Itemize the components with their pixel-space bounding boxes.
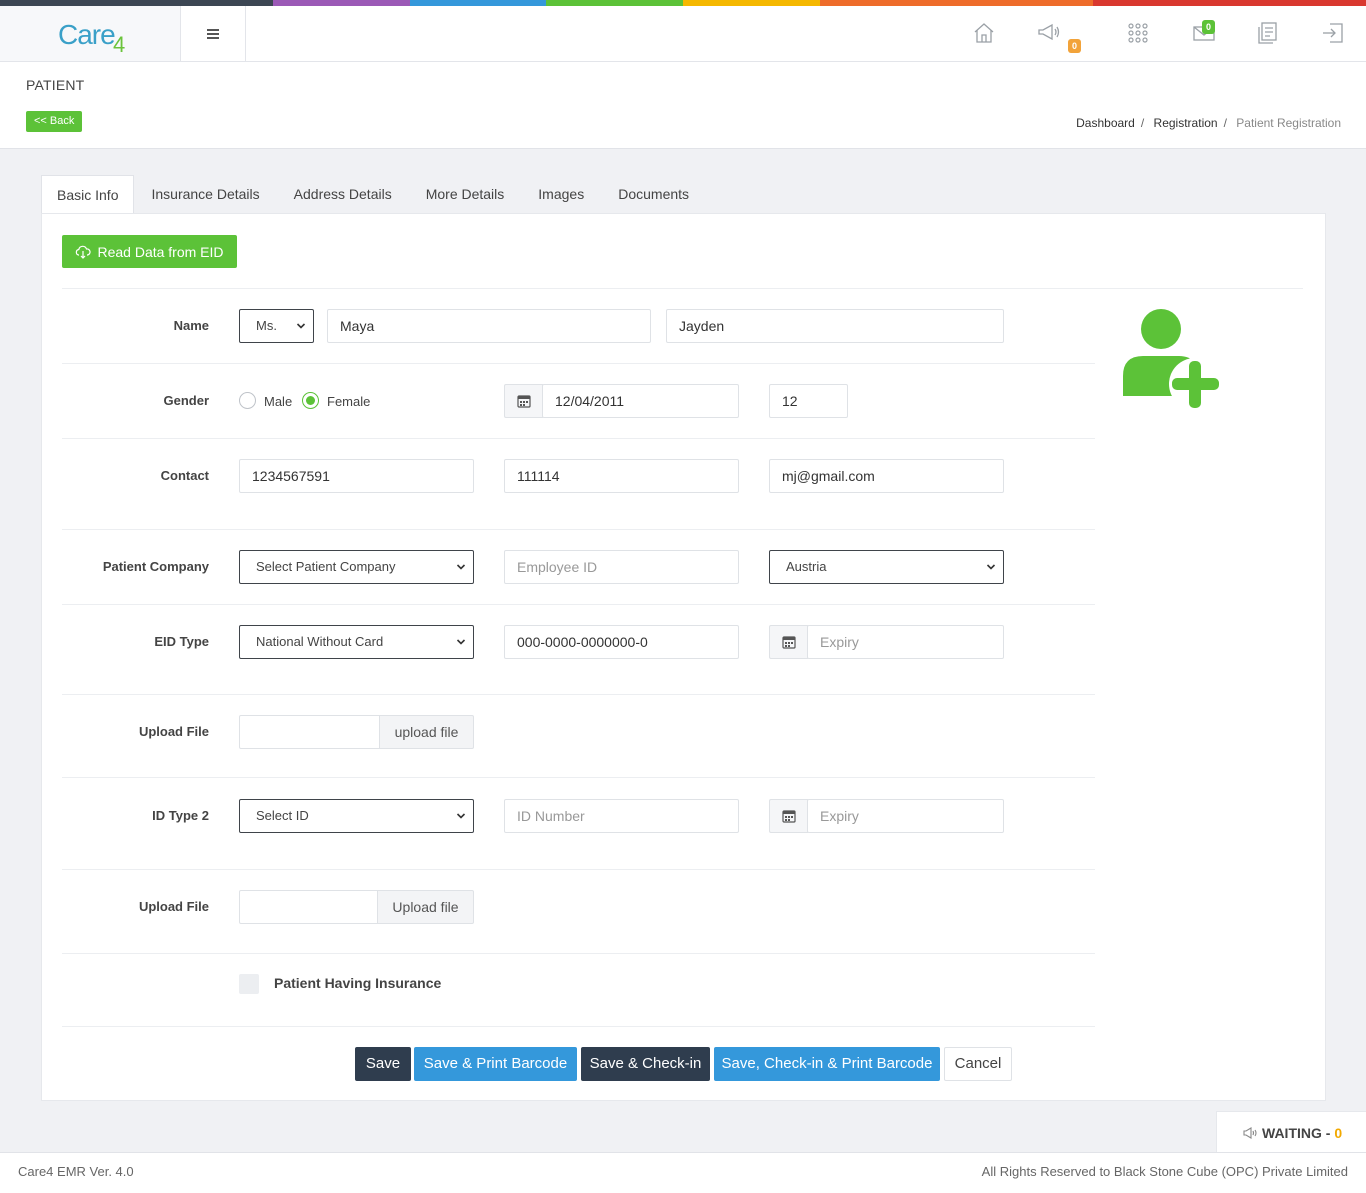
mail-badge: 0 [1202, 20, 1216, 34]
patient-company-label: Patient Company [102, 559, 209, 574]
calendar-icon[interactable] [504, 384, 543, 418]
eid-type-select[interactable]: National Without Card [239, 625, 474, 659]
footer-copyright: All Rights Reserved to Black Stone Cube … [981, 1164, 1348, 1179]
chevron-down-icon [986, 564, 996, 570]
id-number-input[interactable]: ID Number [504, 799, 739, 833]
breadcrumb-current: Patient Registration [1236, 116, 1341, 130]
gender-male-radio[interactable] [239, 392, 256, 409]
logo-text: Care [58, 19, 116, 50]
name-label: Name [173, 318, 209, 333]
logout-icon[interactable] [1320, 20, 1346, 46]
apps-grid-icon[interactable] [1126, 20, 1152, 46]
eid-expiry-input[interactable]: Expiry [807, 625, 1004, 659]
reports-icon[interactable] [1255, 20, 1281, 46]
file-name-field[interactable] [239, 715, 381, 749]
id-type-2-select[interactable]: Select ID [239, 799, 474, 833]
megaphone-icon[interactable] [1036, 20, 1062, 46]
insurance-checkbox-label: Patient Having Insurance [274, 975, 442, 991]
breadcrumb: Dashboard / Registration / Patient Registr… [1076, 116, 1341, 130]
title-select[interactable]: Ms. [239, 309, 314, 343]
gender-label: Gender [163, 393, 209, 408]
footer: Care4 EMR Ver. 4.0 All Rights Reserved t… [0, 1152, 1366, 1193]
tab-basic-info[interactable]: Basic Info [41, 175, 135, 214]
upload-file-label: Upload File [138, 724, 209, 739]
country-select[interactable]: Austria [769, 550, 1004, 584]
read-eid-button[interactable]: Read Data from EID [62, 235, 237, 268]
gender-female-radio[interactable] [302, 392, 319, 409]
tab-address-details[interactable]: Address Details [277, 175, 409, 214]
logo[interactable]: Care 4 [0, 6, 181, 61]
tab-documents[interactable]: Documents [601, 175, 706, 214]
breadcrumb-registration[interactable]: Registration [1154, 116, 1218, 130]
notification-badge: 0 [1068, 39, 1082, 53]
home-icon[interactable] [971, 20, 997, 46]
chevron-down-icon [296, 323, 306, 329]
upload-file-2-label: Upload File [138, 899, 209, 914]
page-header: PATIENT << Back Dashboard / Registration /… [0, 62, 1366, 149]
top-navbar: Care 4 0 0 [0, 6, 1366, 62]
upload-file-button[interactable]: upload file [379, 715, 474, 749]
chevron-down-icon [456, 639, 466, 645]
dob-input[interactable]: 12/04/2011 [542, 384, 739, 418]
patient-company-select[interactable]: Select Patient Company [239, 550, 474, 584]
tab-bar: Basic Info Insurance Details Address Det… [41, 175, 706, 214]
gender-female-label: Female [327, 394, 371, 409]
cancel-button[interactable]: Cancel [944, 1047, 1012, 1081]
hamburger-icon[interactable] [181, 6, 246, 61]
calendar-icon[interactable] [769, 625, 808, 659]
back-button[interactable]: << Back [26, 111, 83, 132]
last-name-input[interactable]: Jayden [666, 309, 1004, 343]
eid-number-input[interactable]: 000-0000-0000000-0 [504, 625, 739, 659]
email-input[interactable]: mj@gmail.com [769, 459, 1004, 493]
waiting-indicator[interactable]: WAITING - 0 [1216, 1111, 1366, 1153]
phone-input[interactable]: 1234567591 [239, 459, 474, 493]
chevron-down-icon [456, 564, 466, 570]
alt-contact-input[interactable]: 111114 [504, 459, 739, 493]
page-title: PATIENT [26, 77, 85, 93]
id2-expiry-input[interactable]: Expiry [807, 799, 1004, 833]
waiting-count: 0 [1334, 1125, 1343, 1141]
add-user-icon[interactable] [1122, 308, 1224, 410]
footer-version: Care4 EMR Ver. 4.0 [18, 1164, 134, 1179]
upload-file-2-button[interactable]: Upload file [377, 890, 474, 924]
tab-more-details[interactable]: More Details [409, 175, 522, 214]
save-button[interactable]: Save [355, 1047, 411, 1081]
gender-male-label: Male [264, 394, 293, 409]
tab-images[interactable]: Images [521, 175, 601, 214]
cloud-download-icon [76, 245, 92, 259]
age-input[interactable]: 12 [769, 384, 848, 418]
megaphone-icon [1243, 1127, 1257, 1139]
employee-id-input[interactable]: Employee ID [504, 550, 739, 584]
chevron-down-icon [456, 813, 466, 819]
contact-label: Contact [160, 468, 209, 483]
breadcrumb-dashboard[interactable]: Dashboard [1076, 116, 1135, 130]
insurance-checkbox[interactable] [239, 974, 259, 994]
save-print-barcode-button[interactable]: Save & Print Barcode [414, 1047, 577, 1081]
first-name-input[interactable]: Maya [327, 309, 651, 343]
save-checkin-print-button[interactable]: Save, Check-in & Print Barcode [714, 1047, 940, 1081]
calendar-icon[interactable] [769, 799, 808, 833]
waiting-label: WAITING - [1262, 1125, 1335, 1141]
file-name-field-2[interactable] [239, 890, 379, 924]
read-eid-label: Read Data from EID [97, 243, 224, 260]
eid-type-label: EID Type [154, 634, 209, 649]
save-checkin-button[interactable]: Save & Check-in [581, 1047, 710, 1081]
tab-insurance-details[interactable]: Insurance Details [134, 175, 276, 214]
id-type-2-label: ID Type 2 [152, 808, 209, 823]
